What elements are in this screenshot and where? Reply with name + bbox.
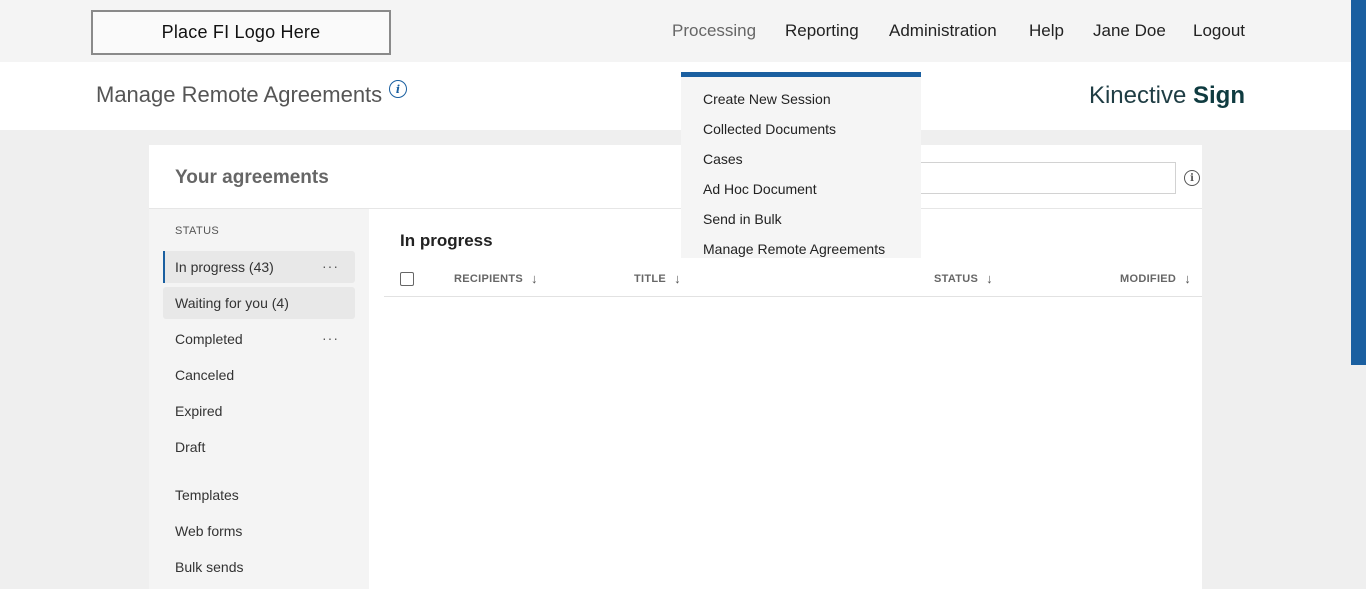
- menu-item-manage-remote-agreements[interactable]: Manage Remote Agreements: [703, 241, 885, 257]
- sidebar-item-completed[interactable]: Completed ···: [163, 323, 355, 355]
- search-info-icon[interactable]: i: [1184, 170, 1200, 186]
- menu-item-send-in-bulk[interactable]: Send in Bulk: [703, 211, 782, 227]
- agreements-list: In progress RECIPIENTS ↓ TITLE ↓ STATUS …: [369, 209, 1202, 589]
- menu-item-create-new-session[interactable]: Create New Session: [703, 91, 831, 107]
- brand-name-light: Kinective: [1088, 82, 1187, 109]
- sidebar-item-label: Draft: [175, 439, 206, 455]
- menu-item-ad-hoc-document[interactable]: Ad Hoc Document: [703, 181, 817, 197]
- status-sidebar: STATUS In progress (43) ··· Waiting for …: [149, 209, 369, 589]
- column-label: STATUS: [934, 272, 979, 285]
- sidebar-item-label: Templates: [175, 487, 239, 503]
- sidebar-item-label: Canceled: [175, 367, 235, 383]
- agreements-panel: Your agreements i STATUS In progress (43…: [149, 145, 1202, 589]
- sidebar-item-label: Expired: [175, 403, 223, 419]
- nav-help[interactable]: Help: [1029, 0, 1064, 62]
- sidebar-item-label: Web forms: [175, 523, 243, 539]
- sidebar-item-canceled[interactable]: Canceled: [163, 359, 355, 391]
- status-section-label: STATUS: [175, 225, 220, 237]
- table-header: RECIPIENTS ↓ TITLE ↓ STATUS ↓ MODIFIED ↓: [384, 261, 1202, 297]
- column-recipients[interactable]: RECIPIENTS ↓: [454, 271, 538, 286]
- sidebar-item-bulk-sends[interactable]: Bulk sends: [163, 551, 355, 583]
- column-title[interactable]: TITLE ↓: [634, 271, 681, 286]
- processing-dropdown-menu: Create New Session Collected Documents C…: [681, 72, 921, 258]
- panel-header: Your agreements i: [149, 145, 1202, 209]
- nav-administration[interactable]: Administration: [889, 0, 997, 62]
- sort-down-icon: ↓: [531, 271, 538, 286]
- page-title: Manage Remote Agreements: [96, 82, 383, 107]
- sort-down-icon: ↓: [986, 271, 993, 286]
- sidebar-item-in-progress[interactable]: In progress (43) ···: [163, 251, 355, 283]
- column-label: TITLE: [634, 272, 667, 285]
- brand-logo: Kinective Sign: [1089, 82, 1245, 110]
- sidebar-item-draft[interactable]: Draft: [163, 431, 355, 463]
- list-title: In progress: [400, 231, 493, 250]
- nav-processing[interactable]: Processing: [672, 0, 756, 62]
- sidebar-item-expired[interactable]: Expired: [163, 395, 355, 427]
- nav-logout[interactable]: Logout: [1193, 0, 1245, 62]
- brand-name-bold: Sign: [1193, 82, 1245, 109]
- sidebar-item-label: Bulk sends: [175, 559, 244, 575]
- nav-reporting[interactable]: Reporting: [785, 0, 859, 62]
- column-modified[interactable]: MODIFIED ↓: [1120, 271, 1191, 286]
- sidebar-item-templates[interactable]: Templates: [163, 479, 355, 511]
- more-options-icon[interactable]: ···: [322, 331, 339, 345]
- search-input[interactable]: [920, 162, 1176, 194]
- column-status[interactable]: STATUS ↓: [934, 271, 993, 286]
- panel-title: Your agreements: [175, 167, 329, 188]
- info-icon[interactable]: i: [389, 80, 407, 98]
- sidebar-item-web-forms[interactable]: Web forms: [163, 515, 355, 547]
- sidebar-item-label: Waiting for you (4): [175, 295, 289, 311]
- nav-user-jane-doe[interactable]: Jane Doe: [1093, 0, 1166, 62]
- sort-down-icon: ↓: [1184, 271, 1191, 286]
- column-label: MODIFIED: [1120, 272, 1177, 285]
- select-all-checkbox[interactable]: [400, 272, 414, 286]
- fi-logo-placeholder[interactable]: Place FI Logo Here: [91, 10, 391, 55]
- scrollbar[interactable]: [1351, 0, 1366, 365]
- top-nav-bar: Place FI Logo Here Processing Reporting …: [0, 0, 1366, 62]
- sort-down-icon: ↓: [674, 271, 681, 286]
- more-options-icon[interactable]: ···: [322, 259, 339, 273]
- menu-item-cases[interactable]: Cases: [703, 151, 743, 167]
- sidebar-item-label: Completed: [175, 331, 243, 347]
- sidebar-item-label: In progress (43): [175, 259, 274, 275]
- menu-item-collected-documents[interactable]: Collected Documents: [703, 121, 836, 137]
- column-label: RECIPIENTS: [454, 272, 524, 285]
- sidebar-item-waiting-for-you[interactable]: Waiting for you (4): [163, 287, 355, 319]
